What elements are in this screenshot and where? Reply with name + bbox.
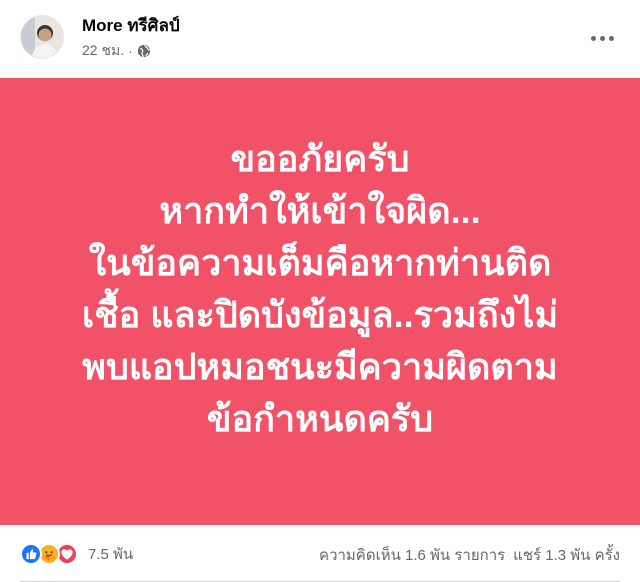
post-header: More ทรีศิลป์ 22 ชม. · (0, 0, 640, 76)
banner-line: พบแอปหมอชนะมีความผิดตาม (82, 345, 558, 387)
comments-count[interactable]: ความคิดเห็น 1.6 พัน รายการ (319, 543, 505, 567)
post-meta: 22 ชม. · (82, 40, 151, 62)
engagement-counts: ความคิดเห็น 1.6 พัน รายการ แชร์ 1.3 พัน … (319, 543, 620, 567)
globe-icon (137, 44, 151, 58)
more-options-icon[interactable] (584, 20, 620, 56)
banner-line: หากทำให้เข้าใจผิด... (159, 189, 481, 231)
like-icon (20, 543, 42, 565)
banner-line: ขออภัยครับ (230, 137, 410, 179)
post-time[interactable]: 22 ชม. (82, 40, 124, 62)
post-footer: 7.5 พัน ความคิดเห็น 1.6 พัน รายการ แชร์ … (0, 525, 640, 582)
banner-line: ข้อกำหนดครับ (206, 397, 434, 439)
meta-separator: · (128, 43, 133, 59)
reaction-count: 7.5 พัน (88, 546, 134, 563)
post-banner: ขออภัยครับ หากทำให้เข้าใจผิด... ในข้อควา… (0, 78, 640, 525)
shares-count[interactable]: แชร์ 1.3 พัน ครั้ง (513, 543, 620, 567)
banner-line: ในข้อความเต็มคือหากท่านติด (88, 241, 552, 283)
avatar[interactable] (20, 15, 64, 59)
facebook-post: More ทรีศิลป์ 22 ชม. · ขออภัยครับ หากทำใ… (0, 0, 640, 582)
banner-text: ขออภัยครับ หากทำให้เข้าใจผิด... ในข้อควา… (82, 133, 558, 445)
author-name[interactable]: More ทรีศิลป์ (82, 12, 180, 39)
avatar-image (21, 16, 63, 58)
banner-line: เชื้อ และปิดบังข้อมูล..รวมถึงไม่ (81, 293, 559, 335)
reactions-summary[interactable]: 7.5 พัน (20, 542, 133, 566)
